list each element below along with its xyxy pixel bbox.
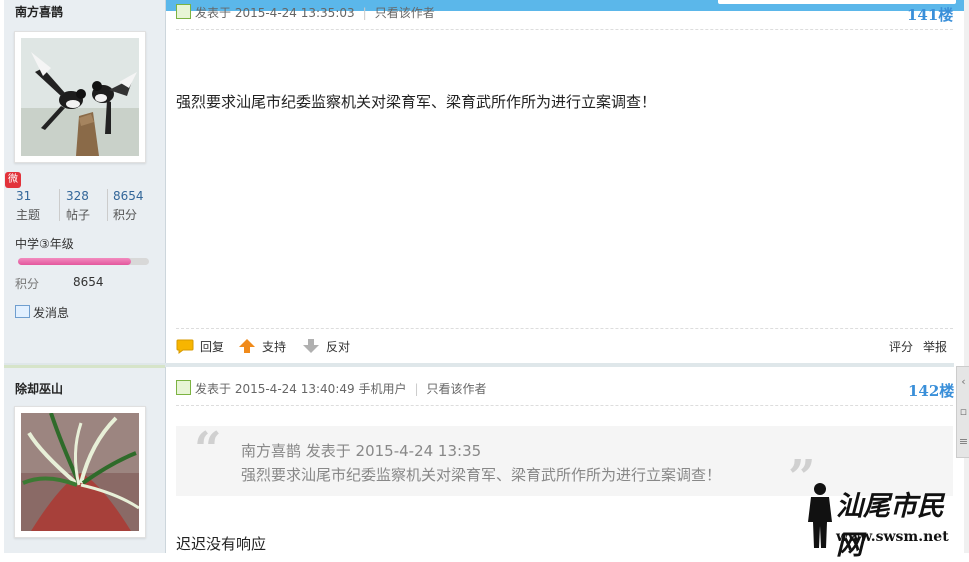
level-progress-fill bbox=[18, 258, 131, 265]
support-label: 支持 bbox=[262, 340, 287, 354]
author-name[interactable]: 南方喜鹊 bbox=[15, 3, 63, 20]
envelope-icon bbox=[15, 305, 30, 318]
oppose-label: 反对 bbox=[326, 340, 351, 354]
oppose-button[interactable]: 反对 bbox=[302, 338, 350, 355]
report-button[interactable]: 举报 bbox=[923, 338, 947, 355]
action-divider bbox=[176, 328, 953, 329]
send-message-label: 发消息 bbox=[33, 306, 70, 320]
site-watermark: 汕尾市民网 www.swsm.net bbox=[800, 478, 969, 561]
post-status-icon bbox=[176, 380, 191, 395]
floor-number[interactable]: 141楼 bbox=[907, 4, 953, 25]
stat-value: 31 bbox=[16, 189, 32, 203]
weibo-icon[interactable]: 微 bbox=[5, 172, 21, 188]
post-status-icon bbox=[176, 4, 191, 19]
post-content: 迟迟没有响应 bbox=[176, 535, 267, 553]
reply-label: 回复 bbox=[200, 340, 225, 354]
level-progress-bar bbox=[18, 258, 149, 265]
rate-button[interactable]: 评分 bbox=[889, 338, 913, 355]
post-content: 强烈要求汕尾市纪委监察机关对梁育军、梁育武所作所为进行立案调查！ bbox=[176, 93, 657, 111]
stat-value: 328 bbox=[66, 189, 89, 203]
post-timestamp: 发表于 2015-4-24 13:35:03 bbox=[195, 6, 355, 20]
score-value: 8654 bbox=[73, 275, 104, 289]
arrow-up-icon bbox=[239, 339, 255, 353]
sidebar-divider bbox=[4, 365, 165, 368]
post-header: 发表于 2015-4-24 13:35:03 | 只看该作者 bbox=[176, 4, 435, 21]
menu-icon[interactable]: ≡ bbox=[957, 427, 969, 457]
score-row: 积分 8654 bbox=[15, 275, 104, 292]
header-divider bbox=[176, 405, 953, 406]
person-silhouette-icon bbox=[808, 483, 832, 548]
scroll-up-icon[interactable]: ‹ bbox=[957, 367, 969, 397]
magpie-avatar-image bbox=[21, 38, 139, 156]
side-tool-icon[interactable]: ▫ bbox=[957, 397, 969, 427]
stat-label: 帖子 bbox=[66, 208, 91, 222]
post-timestamp: 发表于 2015-4-24 13:40:49 bbox=[195, 382, 355, 396]
only-author-link[interactable]: 只看该作者 bbox=[427, 382, 487, 396]
stat-value: 8654 bbox=[113, 189, 144, 203]
stat-topics[interactable]: 31 主题 bbox=[16, 189, 40, 223]
watermark-title: 汕尾市民网 bbox=[836, 491, 944, 561]
stat-divider bbox=[107, 189, 108, 221]
quote-body: 强烈要求汕尾市纪委监察机关对梁育军、梁育武所作所为进行立案调查！ bbox=[241, 466, 722, 484]
plant-avatar-image bbox=[21, 413, 139, 531]
author-name[interactable]: 除却巫山 bbox=[15, 380, 63, 397]
score-label: 积分 bbox=[15, 277, 40, 291]
header-divider bbox=[176, 29, 953, 30]
post-actions: 回复 支持 反对 评分 举报 bbox=[176, 338, 953, 356]
header-separator: | bbox=[414, 382, 419, 396]
user-grade[interactable]: 中学③年级 bbox=[15, 235, 74, 252]
avatar[interactable] bbox=[14, 406, 146, 538]
stat-posts[interactable]: 328 帖子 bbox=[66, 189, 90, 223]
quote-header: 南方喜鹊 发表于 2015-4-24 13:35 bbox=[241, 442, 482, 460]
stat-divider bbox=[59, 189, 60, 221]
stat-label: 主题 bbox=[16, 208, 41, 222]
stat-label: 积分 bbox=[113, 208, 138, 222]
avatar[interactable] bbox=[14, 31, 146, 163]
watermark-url: www.swsm.net bbox=[836, 529, 949, 545]
post-header: 发表于 2015-4-24 13:40:49 手机用户 | 只看该作者 bbox=[176, 380, 487, 397]
open-quote-icon: “ bbox=[194, 422, 222, 478]
side-toolbar: ‹ ▫ ≡ bbox=[956, 366, 969, 458]
floor-number[interactable]: 142楼 bbox=[908, 380, 954, 401]
only-author-link[interactable]: 只看该作者 bbox=[375, 6, 435, 20]
stat-score[interactable]: 8654 积分 bbox=[113, 189, 144, 223]
send-message-link[interactable]: 发消息 bbox=[15, 304, 69, 321]
header-separator: | bbox=[362, 6, 367, 20]
reply-button[interactable]: 回复 bbox=[176, 338, 224, 355]
post-device: 手机用户 bbox=[358, 382, 407, 396]
arrow-down-icon bbox=[303, 339, 319, 353]
support-button[interactable]: 支持 bbox=[238, 338, 286, 355]
scrollbar[interactable] bbox=[964, 0, 969, 553]
speech-bubble-icon bbox=[176, 339, 194, 354]
